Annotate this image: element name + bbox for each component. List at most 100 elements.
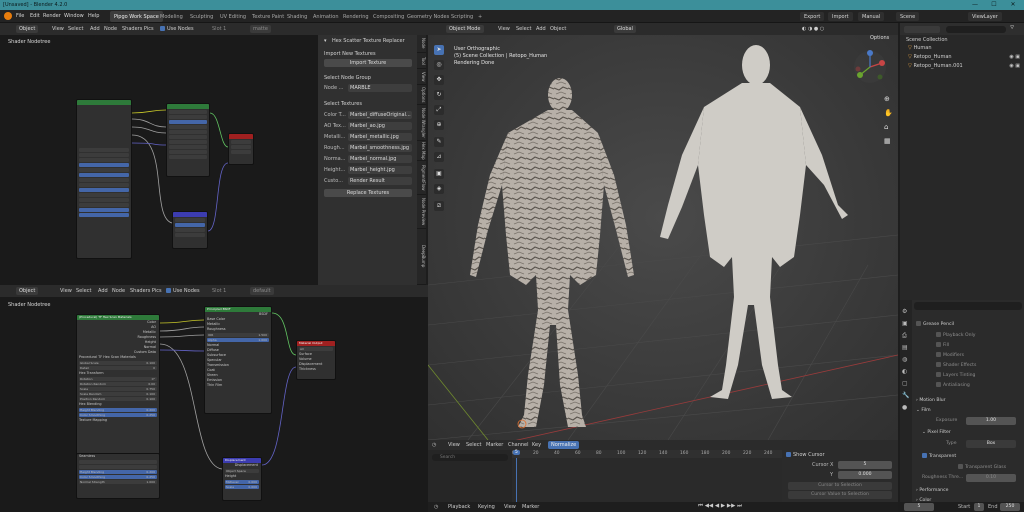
top-menu-shaders-pics[interactable]: Shaders Pics <box>122 26 154 32</box>
view-menu[interactable]: View <box>504 504 516 510</box>
import-texture-button[interactable]: Import Texture <box>324 59 412 67</box>
current-frame-field[interactable]: 5 <box>904 503 934 511</box>
outliner-item-human[interactable]: ▽ Human <box>908 45 1024 53</box>
motion-blur-panel[interactable]: › Motion Blur <box>916 396 1020 405</box>
hex-field-color-smoothing-2[interactable]: Color Smoothing 0.250 <box>79 475 157 479</box>
timeline-menu-key[interactable]: Key <box>532 442 541 448</box>
film-panel[interactable]: ⌄ Film <box>916 406 1020 415</box>
move-icon[interactable]: ✥ <box>434 75 444 85</box>
hex-field-global-scale[interactable]: Global Scale 0.100 <box>79 361 157 365</box>
playback-menu[interactable]: Playback <box>448 504 470 510</box>
circle-cursor-icon[interactable]: ◎ <box>434 60 444 70</box>
top-use-nodes-checkbox[interactable]: Use Nodes <box>160 26 194 32</box>
viewport-shading-icons[interactable]: ◐ ◑ ● ○ <box>802 26 824 32</box>
hex-field-height-blending-2[interactable]: Height Blending 0.200 <box>79 470 157 474</box>
menu-help[interactable]: Help <box>88 13 99 19</box>
timeline-menu-marker[interactable]: Marker <box>486 442 503 448</box>
color-texture-dropdown[interactable]: Marbel_diffuseOriginal... <box>348 111 412 119</box>
start-frame-field[interactable]: 1 <box>974 503 984 511</box>
visibility-eye-icon[interactable]: ◉ ▣ <box>1009 63 1024 69</box>
custom-texture-dropdown[interactable]: Render Result <box>348 177 412 185</box>
tab-shading[interactable]: Shading <box>283 11 311 22</box>
world-tab-icon[interactable]: ◐ <box>902 368 907 375</box>
ao-texture-dropdown[interactable]: Marbel_ao.jpg <box>348 122 412 130</box>
tab-sculpting[interactable]: Sculpting <box>186 11 217 22</box>
blender-logo-icon[interactable] <box>4 12 12 20</box>
viewport-3d[interactable]: User Orthographic (5) Scene Collection |… <box>428 35 898 440</box>
scene-selector[interactable]: Scene <box>896 12 920 21</box>
metallic-texture-dropdown[interactable]: Marbel_metallic.jpg <box>348 133 412 141</box>
measure-icon[interactable]: ⊿ <box>434 152 444 162</box>
principled-bsdf-node[interactable]: Principled BSDF BSDF Base Color Metallic… <box>204 306 272 414</box>
normalize-toggle[interactable]: Normalize <box>548 441 580 449</box>
top-material-field[interactable]: matte <box>250 25 271 33</box>
navigation-gizmo[interactable] <box>852 49 888 85</box>
camera-icon[interactable]: ⌂ <box>884 123 888 131</box>
hex-field-height-blending[interactable]: Height Blending 0.200 <box>79 408 157 412</box>
output-tab-icon[interactable]: ⎙ <box>902 332 907 340</box>
tab-scripting[interactable]: Scripting <box>447 11 477 22</box>
bottom-node-canvas[interactable]: Shader Nodetree (Procedural) TF Hex Scan… <box>0 297 428 512</box>
hex-seamless-node[interactable]: Seamless Height Blending 0.200 Color Smo… <box>76 453 160 499</box>
outliner-filter-dropdown[interactable] <box>904 26 940 33</box>
height-texture-dropdown[interactable]: Marbel_height.jpg <box>348 166 412 174</box>
outliner-search-input[interactable] <box>946 26 1006 33</box>
import-button[interactable]: Import <box>828 12 853 21</box>
hex-field-scale[interactable]: Scale 0.750 <box>79 387 157 391</box>
menu-render[interactable]: Render <box>43 13 61 19</box>
top-menu-view[interactable]: View <box>52 26 64 32</box>
pan-hand-icon[interactable]: ✋ <box>884 109 893 117</box>
top-output-node[interactable] <box>228 133 254 165</box>
tab-animation[interactable]: Animation <box>309 11 343 22</box>
panel-collapse-icon[interactable]: ▾ <box>324 38 327 44</box>
tab-node[interactable]: Node <box>417 35 426 53</box>
annotate-icon[interactable]: ✎ <box>434 137 444 147</box>
grid-toggle-icon[interactable]: ▦ <box>884 137 891 145</box>
modifiers-row[interactable]: Modifiers <box>936 351 1024 360</box>
orientation-dropdown[interactable]: Global <box>614 25 636 33</box>
transform-lines-icon[interactable]: ⧄ <box>434 201 444 211</box>
show-cursor-row[interactable]: Show Cursor <box>786 452 825 458</box>
hex-field-position-random[interactable]: Position Random 0.100 <box>79 397 157 401</box>
tab-options[interactable]: Options <box>417 85 426 105</box>
playhead-line[interactable] <box>516 458 517 502</box>
outliner-item-retopo-human-001[interactable]: ▽ Retopo_Human.001 ◉ ▣ <box>908 63 1024 71</box>
shader-effects-row[interactable]: Shader Effects <box>936 361 1024 370</box>
cursor-value-to-selection-button[interactable]: Cursor Value to Selection <box>788 491 892 499</box>
layers-tinting-row[interactable]: Layers Tinting <box>936 371 1024 380</box>
hex-field-detail[interactable]: Detail 0 <box>79 366 157 370</box>
object-mode-dropdown[interactable]: Object Mode <box>446 25 484 33</box>
top-menu-select[interactable]: Select <box>68 26 83 32</box>
shear-icon[interactable]: ◈ <box>434 184 444 194</box>
menu-file[interactable]: File <box>16 13 24 19</box>
bottom-menu-view[interactable]: View <box>60 288 72 294</box>
viewlayer-selector[interactable]: ViewLayer <box>968 12 1002 21</box>
tab-node-preview[interactable]: Node Preview <box>417 195 426 229</box>
timeline-search-input[interactable]: Search <box>432 454 508 461</box>
tab-deepbump[interactable]: DeepBump <box>417 229 426 285</box>
roughness-threshold-field[interactable]: 0.10 <box>966 474 1016 482</box>
exposure-field[interactable]: 1.00 <box>966 417 1016 425</box>
tab-geometry-nodes[interactable]: Geometry Nodes <box>403 11 453 22</box>
bottom-menu-select[interactable]: Select <box>76 288 91 294</box>
principled-alpha-field[interactable]: Alpha 1.000 <box>207 338 269 342</box>
scale-icon[interactable]: ⤢ <box>434 105 444 115</box>
tab-modeling[interactable]: Modeling <box>156 11 187 22</box>
outliner-item-retopo-human[interactable]: ▽ Retopo_Human ◉ ▣ <box>908 54 1024 62</box>
top-hex-group-node[interactable] <box>76 99 132 259</box>
viewport-menu-add[interactable]: Add <box>536 26 546 32</box>
top-slot-dropdown[interactable]: Slot 1 <box>212 26 226 32</box>
pixel-filter-panel[interactable]: ⌄ Pixel Filter <box>922 428 1024 437</box>
top-mode-dropdown[interactable]: Object <box>16 25 39 33</box>
add-workspace-button[interactable]: + <box>474 11 486 22</box>
arrow-cursor-icon[interactable]: ➤ <box>434 45 444 55</box>
material-tab-icon[interactable]: ● <box>902 404 907 411</box>
tab-uv-editing[interactable]: UV Editing <box>216 11 250 22</box>
render-tab-icon[interactable]: ▣ <box>902 320 908 327</box>
tab-tool[interactable]: Tool <box>417 53 426 69</box>
manual-button[interactable]: Manual <box>858 12 885 21</box>
cursor-y-field[interactable]: 0.000 <box>838 471 892 479</box>
tab-view[interactable]: View <box>417 69 426 85</box>
bottom-use-nodes-checkbox[interactable]: Use Nodes <box>166 288 200 294</box>
timeline-menu-select[interactable]: Select <box>466 442 481 448</box>
